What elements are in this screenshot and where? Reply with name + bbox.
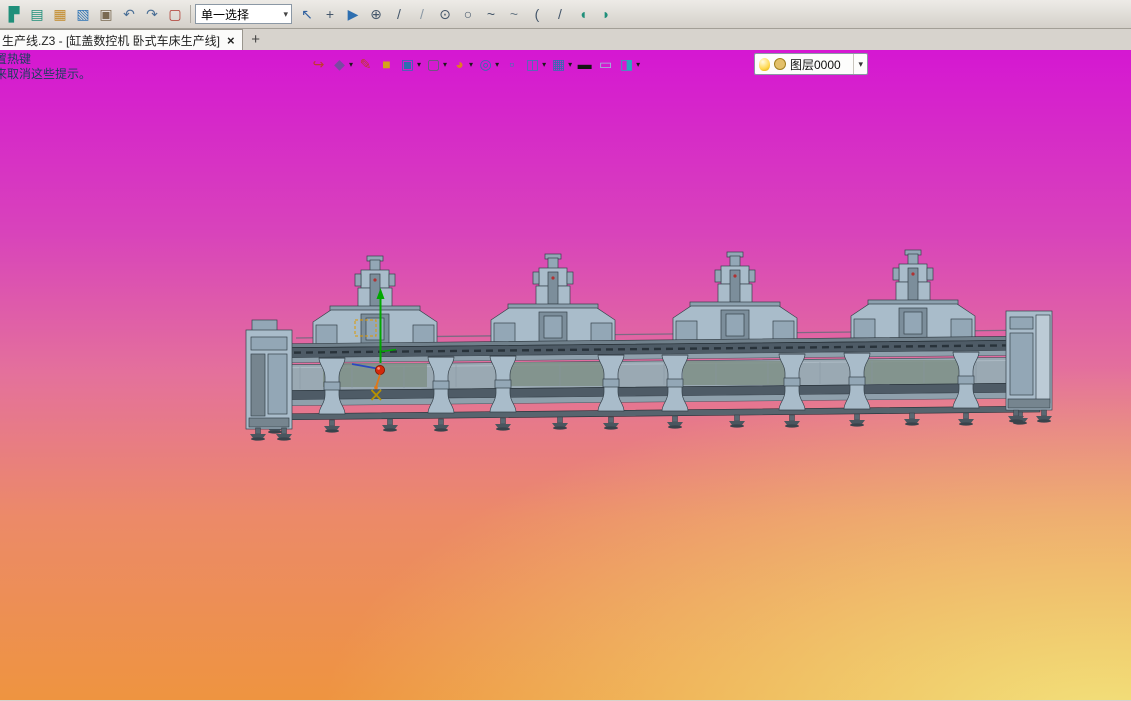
3d-viewport[interactable]: 置热键 来取消这些提示。 ↪ ◆ ▾ ✎ ■ ▣ ▾ ▢ ▾ ◕ ▾ ◎ ▾ ▫ ◫ ▾ ▦ ▾ ▬ ▭ ◨ ▾ 图层00… (0, 50, 1131, 700)
chamfer-icon[interactable]: ◗ (595, 3, 617, 25)
circle-icon[interactable]: ○ (457, 3, 479, 25)
production-line-model (245, 249, 1053, 442)
diagonal-icon[interactable]: / (549, 3, 571, 25)
line-alt-icon[interactable]: / (411, 3, 433, 25)
redo-icon[interactable]: ↷ (141, 3, 163, 25)
right-end-station[interactable] (1005, 310, 1053, 424)
tab-bar: 生产线.Z3 - [缸盖数控机 卧式车床生产线] × + (0, 29, 1131, 50)
wave-icon[interactable]: ~ (503, 3, 525, 25)
table-icon[interactable]: ▦ (49, 3, 71, 25)
chevron-down-icon: ▾ (283, 8, 288, 19)
sheet-icon[interactable]: ▤ (26, 3, 48, 25)
line-icon[interactable]: / (388, 3, 410, 25)
record-stop-icon[interactable]: ▢ (164, 3, 186, 25)
machine-2[interactable] (490, 253, 616, 348)
machine-4[interactable] (850, 249, 976, 344)
machine-3[interactable] (672, 251, 798, 346)
main-toolbar: ▛ ▤ ▦ ▧ ▣ ↶ ↷ ▢ 单一选择 ▾ ↖ + ▶ ⊕ / / ⊙ ○ ~ ~(/ ◖ ◗ (0, 0, 1131, 29)
machine-1[interactable] (312, 255, 438, 350)
tab-label: 生产线.Z3 - [缸盖数控机 卧式车床生产线] (2, 33, 221, 48)
toolbar-separator (190, 5, 191, 23)
manager-tree-icon[interactable]: ▛ (3, 3, 25, 25)
pick-arrow-icon[interactable]: ↖ (296, 3, 318, 25)
arc-icon[interactable]: ( (526, 3, 548, 25)
snap-point-icon[interactable]: + (319, 3, 341, 25)
spline-icon[interactable]: ~ (480, 3, 502, 25)
target-icon[interactable]: ⊕ (365, 3, 387, 25)
print-icon[interactable]: ▣ (95, 3, 117, 25)
close-icon[interactable]: × (227, 33, 235, 48)
undo-icon[interactable]: ↶ (118, 3, 140, 25)
toolbar-left-icons: ▛ ▤ ▦ ▧ ▣ ↶ ↷ ▢ (3, 3, 186, 25)
new-tab-button[interactable]: + (243, 29, 269, 50)
document-tab[interactable]: 生产线.Z3 - [缸盖数控机 卧式车床生产线] × (0, 29, 243, 50)
selection-mode-dropdown[interactable]: 单一选择 ▾ (195, 4, 292, 24)
image-icon[interactable]: ▧ (72, 3, 94, 25)
toolbar-right-icons: ↖ + ▶ ⊕ / / ⊙ ○ ~ ~(/ ◖ ◗ (296, 3, 617, 25)
selection-mode-value: 单一选择 (201, 7, 250, 22)
play-circle-icon[interactable]: ▶ (342, 3, 364, 25)
fillet-icon[interactable]: ◖ (572, 3, 594, 25)
left-end-station[interactable] (245, 319, 293, 442)
circle-point-icon[interactable]: ⊙ (434, 3, 456, 25)
